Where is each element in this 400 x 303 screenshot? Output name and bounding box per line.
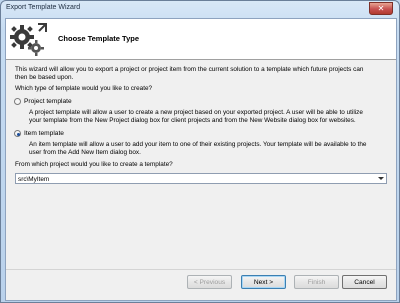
window-title: Export Template Wizard [6,4,81,11]
intro-line-1: This wizard will allow you to export a p… [15,66,364,73]
project-template-description: A project template will allow a user to … [29,109,363,125]
intro-line-2: then be based upon. [15,74,74,82]
project-select-value: src\MyItem [18,175,50,183]
template-type-question: Which type of template would you like to… [15,85,153,92]
item-template-radio[interactable] [14,130,21,137]
item-template-desc-line-1: An item template will allow a user to ad… [29,141,367,148]
project-template-radio[interactable] [14,98,21,105]
page-title: Choose Template Type [58,34,139,43]
project-select-label: From which project would you like to cre… [15,161,173,168]
item-template-label[interactable]: Item template [24,130,64,137]
finish-button[interactable]: Finish [294,275,339,289]
project-template-option[interactable]: Project template [14,98,72,105]
project-template-label[interactable]: Project template [24,98,72,105]
cancel-button[interactable]: Cancel [342,275,387,289]
next-button[interactable]: Next > [241,275,286,289]
wizard-window: Export Template Wizard ✕ Choose Template… [0,0,400,303]
wizard-header: Choose Template Type [6,19,396,60]
title-bar[interactable]: Export Template Wizard ✕ [1,1,399,19]
close-icon: ✕ [377,3,385,13]
button-separator [6,269,396,270]
close-button[interactable]: ✕ [369,2,393,15]
previous-button[interactable]: < Previous [187,275,232,289]
project-template-desc-line-2: your template from the New Project dialo… [29,117,356,125]
wizard-client-area: Choose Template Type This wizard will al… [5,18,397,301]
item-template-option[interactable]: Item template [14,130,64,137]
intro-text: This wizard will allow you to export a p… [15,66,363,82]
chevron-down-icon[interactable] [378,177,384,180]
item-template-desc-line-2: user from the Add New Item dialog box. [29,149,141,157]
gears-icon [10,23,47,56]
item-template-description: An item template will allow a user to ad… [29,141,366,157]
project-select[interactable]: src\MyItem [15,173,387,184]
project-template-desc-line-1: A project template will allow a user to … [29,109,363,116]
